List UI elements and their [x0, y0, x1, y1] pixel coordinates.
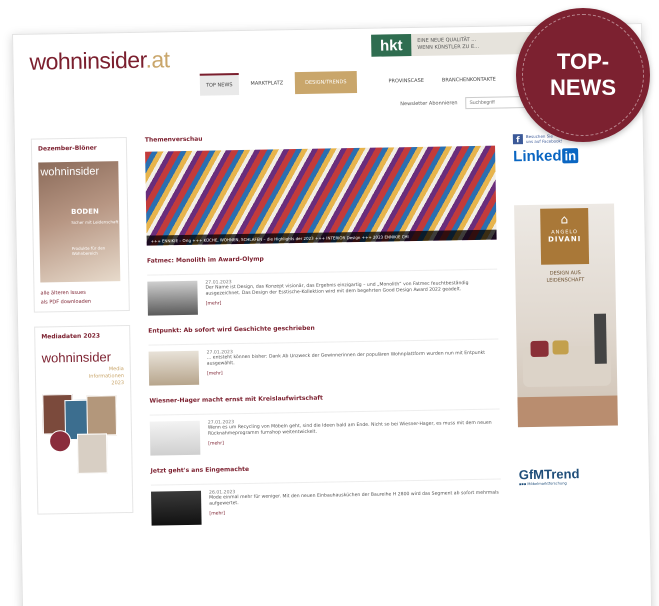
nav-provinscase[interactable]: PROVINSCASE	[382, 70, 430, 93]
media-data-title: Mediadaten 2023	[41, 332, 101, 341]
article-body: 26.01.2023 Mode einmal mehr für weniger.…	[209, 486, 502, 525]
article: Wiesner-Hager macht ernst mit Kreislaufw…	[149, 392, 501, 456]
hkt-logo: hkt	[371, 34, 412, 57]
ad-lamp	[593, 313, 607, 364]
facebook-line2: uns auf Facebook!	[525, 138, 563, 145]
media-logo: wohninsider	[41, 349, 112, 366]
media-kit-collage[interactable]	[42, 393, 125, 474]
ad-tagline: DESIGN AUS LEIDENSCHAFT	[523, 270, 607, 285]
nav-design-trends[interactable]: DESIGN/TRENDS	[294, 70, 357, 95]
article-body: 27.01.2023 Der Name ist Design, das Konz…	[205, 276, 498, 315]
badge-line2: NEWS	[550, 75, 616, 100]
older-issues-link[interactable]: alle älteren Issues	[40, 289, 122, 297]
nav-top-news[interactable]: TOP NEWS	[199, 73, 239, 96]
read-more-link[interactable]: [mehr]	[206, 297, 498, 306]
site-logo[interactable]: wohninsider.at	[29, 46, 169, 75]
main-content: Themenverschau +++ ENNIKIE – Orig +++ KÜ…	[145, 131, 502, 526]
article-thumbnail[interactable]	[147, 280, 198, 316]
article-thumbnail[interactable]	[149, 420, 201, 456]
search-input[interactable]	[465, 96, 526, 110]
gfm-trend-logo[interactable]: GfMTrend	[519, 465, 619, 482]
read-more-link[interactable]: [mehr]	[207, 367, 499, 376]
cover-subline: Sicher mit Leidenschaft	[71, 219, 119, 225]
media-subtitle: Media Informationen 2023	[42, 366, 124, 388]
hkt-text-line2: WENN KÜNSTLER ZU E…	[417, 43, 480, 51]
article-body: 27.01.2023 Wenn es um Recycling von Möbe…	[208, 416, 501, 455]
hkt-banner-text: EINE NEUE QUALITÄT … WENN KÜNSTLER ZU E…	[411, 33, 479, 56]
article: Entpunkt: Ab sofort wird Geschichte gesc…	[148, 322, 500, 386]
top-news-badge: TOP- NEWS	[516, 8, 650, 142]
cover-headline: BODEN	[71, 207, 99, 216]
nav-branchenkontakte[interactable]: BRANCHENKONTAKTE	[436, 68, 502, 91]
article: Jetzt geht's ans Eingemachte 26.01.2023 …	[151, 462, 502, 526]
ad-brand-box: ⌂ ANGELO DIVANI	[540, 207, 590, 265]
linkedin-link[interactable]: Linked in	[513, 147, 613, 166]
collage-page	[76, 433, 108, 474]
armchair-icon: ⌂	[560, 212, 569, 227]
ad-brand-name2: DIVANI	[547, 235, 582, 244]
ad-rug	[517, 395, 618, 428]
article-thumbnail[interactable]	[148, 350, 200, 386]
angelo-divani-ad[interactable]: ⌂ ANGELO DIVANI DESIGN AUS LEIDENSCHAFT	[514, 203, 618, 428]
article-title[interactable]: Entpunkt: Ab sofort wird Geschichte gesc…	[148, 322, 498, 335]
article-body: 27.01.2023 … entsteht können bisher: Dan…	[207, 346, 500, 385]
stage: wohninsider.at hkt EINE NEUE QUALITÄT … …	[0, 0, 659, 606]
article-row: 27.01.2023 … entsteht können bisher: Dan…	[148, 338, 500, 386]
badge-line1: TOP-	[556, 49, 610, 74]
nav-marktplatz[interactable]: MARKTPLATZ	[244, 72, 289, 95]
subnav: Newsletter Abonnieren	[400, 96, 526, 110]
left-column: Dezember-Blöner wohninsider BODEN Sicher…	[30, 137, 134, 515]
cover-footer: Produkte für den Wohnbereich	[71, 245, 106, 256]
pdf-download-link[interactable]: als PDF downloaden	[41, 298, 123, 306]
ad-tag2: LEIDENSCHAFT	[546, 277, 585, 284]
article-title[interactable]: Jetzt geht's ans Eingemachte	[151, 462, 501, 475]
article-row: 27.01.2023 Wenn es um Recycling von Möbe…	[149, 408, 501, 456]
article-title[interactable]: Wiesner-Hager macht ernst mit Kreislaufw…	[149, 392, 499, 405]
facebook-icon: f	[512, 134, 523, 145]
december-issue-title: Dezember-Blöner	[37, 144, 97, 153]
newsletter-link[interactable]: Newsletter Abonnieren	[400, 100, 457, 107]
logo-main: wohninsider	[29, 46, 146, 75]
linkedin-wordmark: Linked	[513, 147, 562, 166]
article-title[interactable]: Fatmec: Monolith im Award-Olymp	[147, 252, 497, 265]
article-row: 27.01.2023 Der Name ist Design, das Konz…	[147, 268, 498, 316]
media-sub3: 2023	[111, 380, 125, 387]
collage-page	[86, 395, 118, 436]
logo-tld: .at	[145, 46, 170, 73]
article-thumbnail[interactable]	[151, 490, 202, 526]
article-row: 26.01.2023 Mode einmal mehr für weniger.…	[150, 478, 502, 526]
magazine-cover[interactable]: wohninsider BODEN Sicher mit Leidenschaf…	[38, 161, 121, 283]
ad-pillow	[530, 340, 549, 357]
hero-ticker: +++ ENNIKIE – Orig +++ KÜCHE, WOHNEN, SC…	[146, 229, 497, 246]
right-column: f Besuchen Sie uns auf Facebook! Linked i…	[512, 129, 619, 487]
hero-image[interactable]: +++ ENNIKIE – Orig +++ KÜCHE, WOHNEN, SC…	[145, 145, 497, 246]
section-title: Themenverschau	[144, 135, 203, 144]
collage-round-page	[48, 430, 72, 453]
cover-logo: wohninsider	[40, 165, 100, 179]
read-more-link[interactable]: [mehr]	[208, 437, 500, 446]
main-nav: TOP NEWS MARKTPLATZ DESIGN/TRENDS PROVIN…	[199, 68, 502, 96]
linkedin-icon: in	[562, 148, 579, 164]
media-data-box: Mediadaten 2023 wohninsider Media Inform…	[34, 324, 134, 515]
read-more-link[interactable]: [mehr]	[209, 507, 501, 516]
article: Fatmec: Monolith im Award-Olymp 27.01.20…	[147, 252, 498, 316]
ad-pillow	[552, 340, 569, 355]
december-issue-box: Dezember-Blöner wohninsider BODEN Sicher…	[30, 137, 130, 313]
